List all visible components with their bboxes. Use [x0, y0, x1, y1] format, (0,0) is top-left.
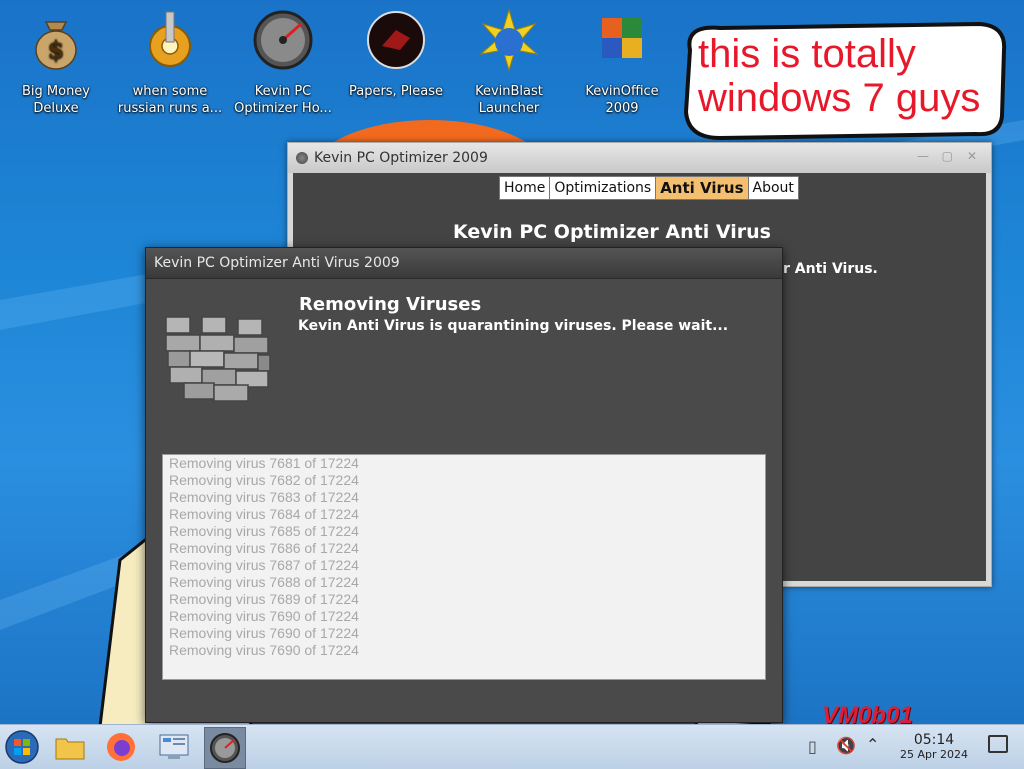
desktop-icon-label: KevinBlast Launcher — [475, 84, 543, 116]
clock-date: 25 Apr 2024 — [899, 748, 968, 761]
clock[interactable]: 05:14 25 Apr 2024 — [900, 732, 968, 761]
log-line: Removing virus 7681 of 17224 — [169, 455, 359, 471]
log-line: Removing virus 7690 of 17224 — [169, 625, 359, 641]
speedometer-icon — [253, 10, 313, 70]
log-line: Removing virus 7682 of 17224 — [169, 472, 359, 488]
log-line: Removing virus 7690 of 17224 — [169, 608, 359, 624]
speech-bubble: this is totally windows 7 guys — [680, 20, 1010, 140]
log-line: Removing virus 7685 of 17224 — [169, 523, 359, 539]
money-bag-icon: $ — [35, 21, 77, 70]
title-bar[interactable]: Kevin PC Optimizer 2009 — ▢ ✕ — [288, 143, 991, 173]
desktop-icon-russian-runs[interactable]: when some russian runs a... — [116, 8, 224, 117]
title-bar[interactable]: Kevin PC Optimizer Anti Virus 2009 — [146, 248, 782, 279]
dialog-status-text: Kevin Anti Virus is quarantining viruses… — [298, 318, 729, 334]
app-icon — [296, 152, 308, 164]
tray-usb-icon[interactable]: ▯ — [808, 737, 817, 756]
log-line: Removing virus 7690 of 17224 — [169, 642, 359, 658]
desktop-icon-big-money[interactable]: $ Big Money Deluxe — [2, 8, 110, 117]
desktop-icon-label: Big Money Deluxe — [21, 84, 90, 116]
tab-anti-virus[interactable]: Anti Virus — [655, 176, 749, 200]
office-icon — [602, 18, 642, 58]
virus-log-list[interactable]: Removing virus 7681 of 17224 Removing vi… — [162, 454, 766, 680]
kevinblast-icon — [479, 8, 539, 72]
tab-bar: Home Optimizations Anti Virus About — [499, 176, 799, 200]
tab-optimizations[interactable]: Optimizations — [549, 176, 657, 200]
show-desktop-icon[interactable] — [988, 735, 1008, 753]
log-line: Removing virus 7684 of 17224 — [169, 506, 359, 522]
desktop-icon-kevin-pc-optimizer[interactable]: Kevin PC Optimizer Ho... — [229, 8, 337, 117]
control-panel-icon — [159, 734, 189, 759]
taskbar-firefox[interactable] — [101, 727, 141, 767]
firewall-brick-icon — [165, 316, 271, 402]
window-title: Kevin PC Optimizer Anti Virus 2009 — [154, 255, 400, 271]
firefox-icon — [107, 733, 135, 761]
tab-about[interactable]: About — [747, 176, 799, 200]
start-orb-icon — [5, 730, 39, 764]
kevin-optimizer-icon — [210, 733, 240, 763]
window-title: Kevin PC Optimizer 2009 — [314, 150, 488, 166]
file-explorer-icon — [55, 738, 85, 760]
log-line: Removing virus 7689 of 17224 — [169, 591, 359, 607]
desktop-icon-label: when some russian runs a... — [117, 84, 223, 116]
clock-time: 05:14 — [913, 732, 955, 748]
page-subtitle: r Anti Virus. — [783, 261, 878, 277]
desktop-icon-kevinblast[interactable]: KevinBlast Launcher — [455, 8, 563, 117]
desktop-icon-papers-please[interactable]: Papers, Please — [342, 8, 450, 100]
minimize-icon[interactable]: — — [917, 149, 929, 163]
taskbar-file-explorer[interactable] — [50, 727, 90, 767]
taskbar-kevin-optimizer[interactable] — [204, 727, 246, 769]
dialog-heading: Removing Viruses — [299, 294, 482, 315]
taskbar-control-panel[interactable] — [154, 727, 194, 767]
tab-home[interactable]: Home — [499, 176, 551, 200]
tray-chevron-up-icon[interactable]: ⌃ — [866, 735, 879, 754]
desktop-icon-label: Kevin PC Optimizer Ho... — [234, 84, 332, 116]
page-title: Kevin PC Optimizer Anti Virus — [453, 221, 771, 243]
svg-text:$: $ — [48, 35, 65, 64]
log-line: Removing virus 7683 of 17224 — [169, 489, 359, 505]
maximize-icon[interactable]: ▢ — [942, 149, 953, 163]
gear-icon — [149, 11, 191, 67]
papers-please-icon — [367, 11, 425, 69]
speech-bubble-text: this is totally windows 7 guys — [698, 32, 981, 120]
antivirus-dialog: Kevin PC Optimizer Anti Virus 2009 Remov… — [145, 247, 783, 723]
log-line: Removing virus 7686 of 17224 — [169, 540, 359, 556]
log-line: Removing virus 7687 of 17224 — [169, 557, 359, 573]
close-icon[interactable]: ✕ — [967, 149, 977, 163]
desktop-icon-label: Papers, Please — [348, 84, 444, 99]
taskbar: ▯ 🔇 ⌃ 05:14 25 Apr 2024 — [0, 724, 1024, 769]
dialog-body: Removing Viruses Kevin Anti Virus is qua… — [146, 279, 782, 722]
volume-muted-icon[interactable]: 🔇 — [836, 736, 856, 755]
desktop-icon-label: KevinOffice 2009 — [585, 84, 659, 116]
log-line: Removing virus 7688 of 17224 — [169, 574, 359, 590]
desktop-icon-kevinoffice[interactable]: KevinOffice 2009 — [568, 8, 676, 117]
start-button[interactable] — [2, 727, 42, 767]
